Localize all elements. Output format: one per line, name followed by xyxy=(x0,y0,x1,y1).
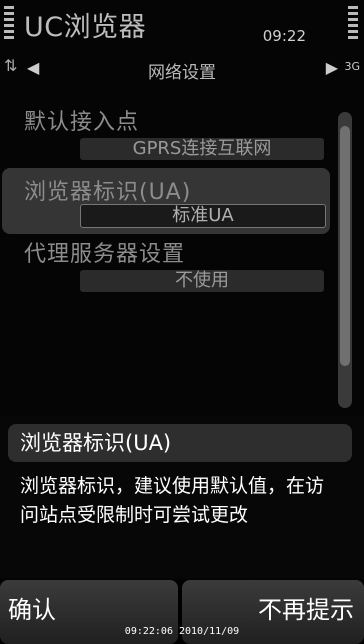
screenshot-timestamp: 09:22:06 2010/11/09 xyxy=(124,626,240,637)
settings-page-nav: ⇅ ◀ 网络设置 ▶ 3G xyxy=(0,54,364,84)
setting-value[interactable]: 标准UA xyxy=(80,204,326,228)
settings-list: 默认接入点 GPRS连接互联网 浏览器标识(UA) 标准UA 代理服务器设置 不… xyxy=(0,96,340,396)
battery-icon xyxy=(348,6,358,42)
scroll-thumb[interactable] xyxy=(340,126,350,366)
scrollbar[interactable] xyxy=(338,112,352,408)
info-popup: 浏览器标识(UA) 浏览器标识，建议使用默认值，在访问站点受限制时可尝试更改 xyxy=(0,416,364,578)
status-bar: UC浏览器 09:22 xyxy=(0,0,364,50)
clock: 09:22 xyxy=(262,27,306,45)
setting-value[interactable]: GPRS连接互联网 xyxy=(80,138,324,160)
next-page-arrow-icon[interactable]: ▶ xyxy=(326,58,338,77)
setting-value[interactable]: 不使用 xyxy=(80,270,324,292)
popup-body: 浏览器标识，建议使用默认值，在访问站点受限制时可尝试更改 xyxy=(20,475,325,526)
setting-default-access-point[interactable]: 默认接入点 GPRS连接互联网 xyxy=(2,96,330,160)
network-mode-indicator: 3G xyxy=(344,60,360,73)
app-title: UC浏览器 xyxy=(24,12,147,43)
setting-browser-ua[interactable]: 浏览器标识(UA) 标准UA xyxy=(2,168,330,234)
popup-title: 浏览器标识(UA) xyxy=(8,424,352,462)
page-title: 网络设置 xyxy=(148,63,216,83)
setting-proxy-server[interactable]: 代理服务器设置 不使用 xyxy=(2,236,330,300)
setting-label: 代理服务器设置 xyxy=(24,242,186,267)
setting-label: 默认接入点 xyxy=(24,110,140,135)
setting-label: 浏览器标识(UA) xyxy=(24,180,192,205)
signal-strength-icon xyxy=(4,6,14,42)
